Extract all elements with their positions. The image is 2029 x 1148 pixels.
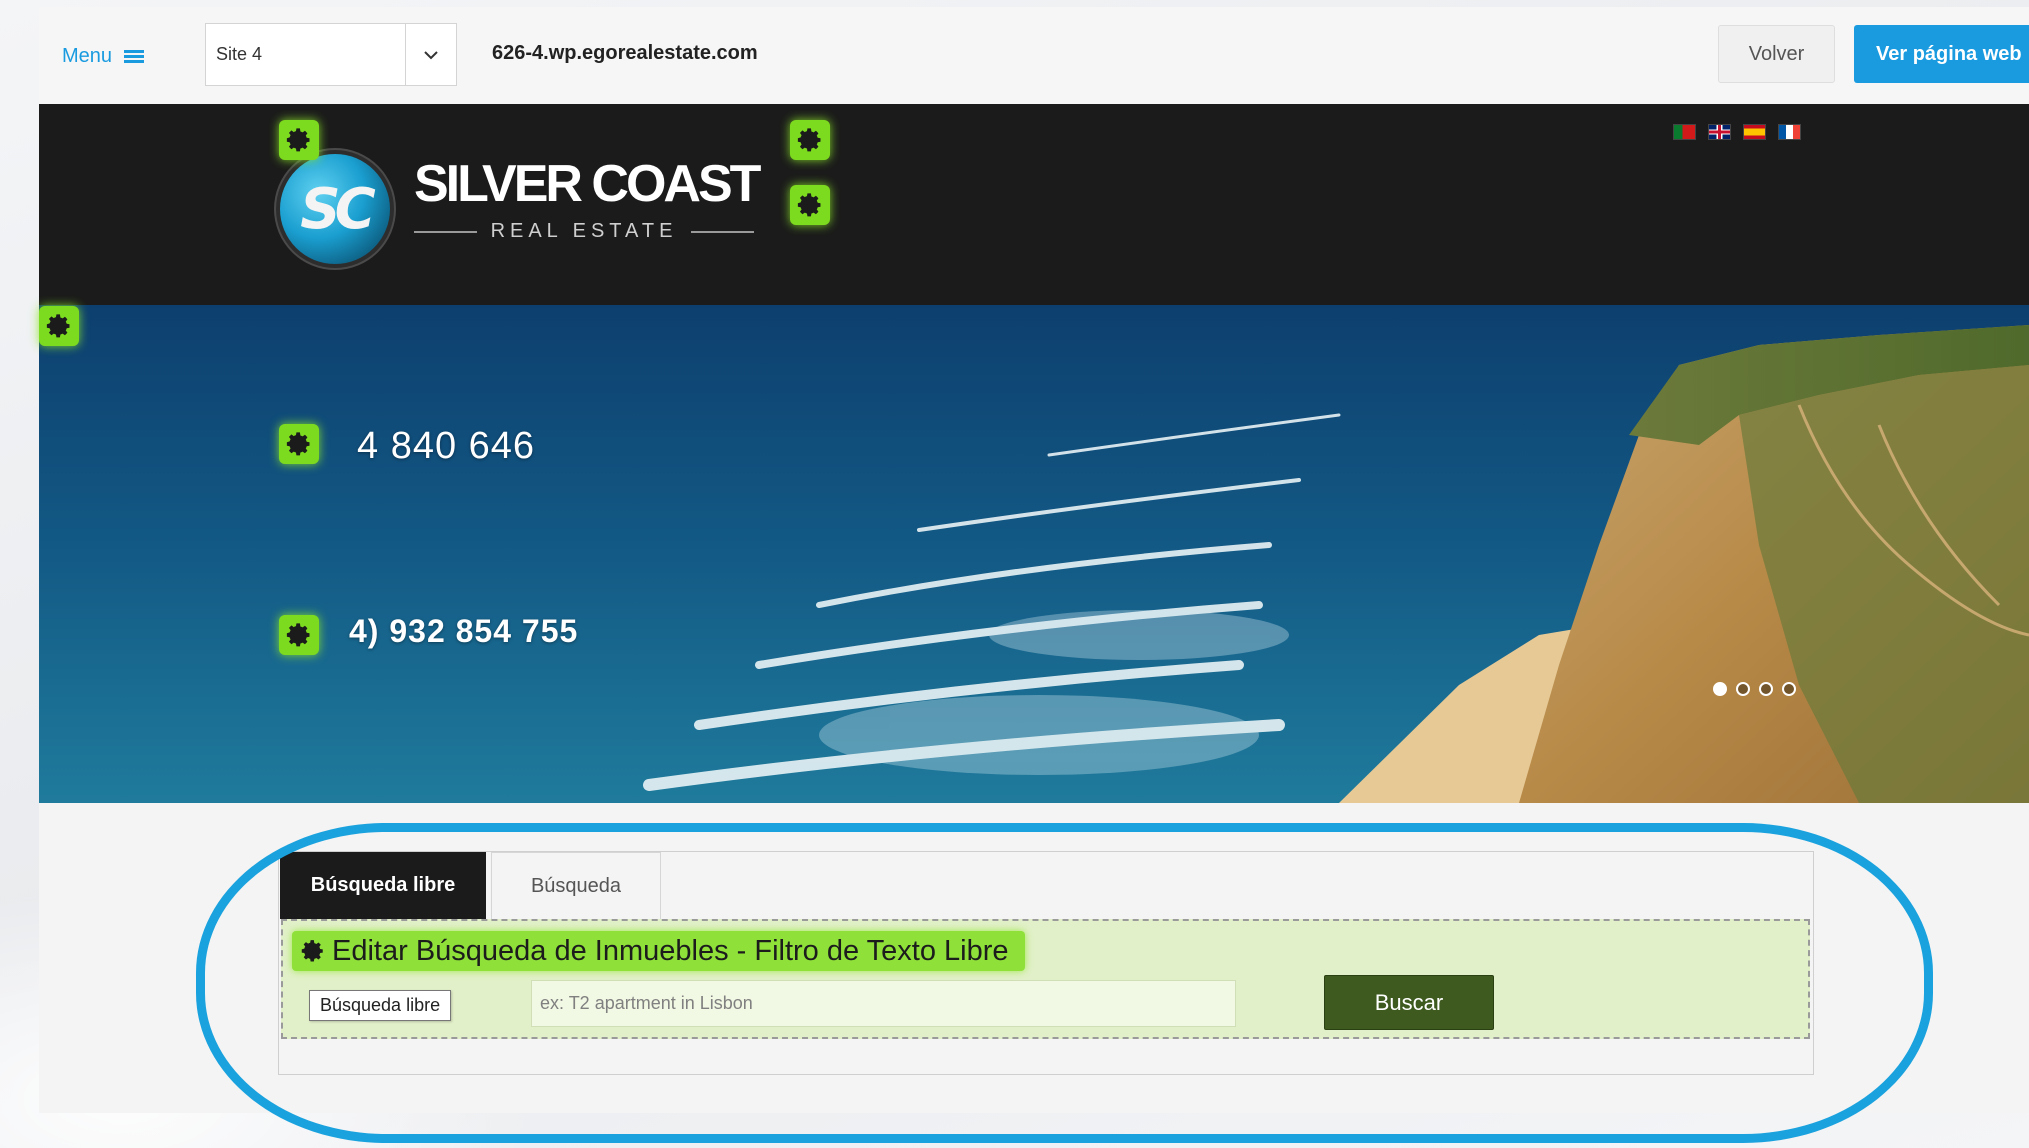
divider [414,230,477,233]
logo-title: SILVER COAST [414,155,761,213]
slider-dot[interactable] [1713,682,1727,696]
edit-widget-label: Editar Búsqueda de Inmuebles - Filtro de… [332,934,1009,967]
gear-icon [301,940,323,962]
menu-button[interactable]: Menu [62,45,145,68]
logo-subtitle: REAL ESTATE [490,220,678,242]
hero-slider: 4 840 646 4) 932 854 755 [39,305,2029,803]
slider-dot[interactable] [1736,682,1750,696]
search-submit-button[interactable]: Buscar [1324,975,1494,1030]
menu-label: Menu [62,45,113,67]
tab-search[interactable]: Búsqueda [491,852,661,919]
phone-number-1: 4 840 646 [357,425,536,467]
gear-icon[interactable] [790,120,830,160]
divider [691,230,755,233]
hero-image [39,305,2029,803]
slider-pagination [1713,682,1796,696]
site-domain: 626-4.wp.egorealestate.com [492,42,758,64]
edit-widget-button[interactable]: Editar Búsqueda de Inmuebles - Filtro de… [292,931,1025,971]
gear-icon[interactable] [790,185,830,225]
gear-icon[interactable] [279,424,319,464]
search-field-label: Búsqueda libre [309,990,452,1021]
slider-dot[interactable] [1782,682,1796,696]
flag-fr-icon[interactable] [1778,124,1801,140]
view-site-button[interactable]: Ver página web [1854,25,2029,83]
site-select-value: Site 4 [216,44,263,64]
flag-gb-icon[interactable] [1708,124,1731,140]
flag-es-icon[interactable] [1743,124,1766,140]
admin-topbar: Menu Site 4 626-4.wp.egorealestate.com V… [39,7,2029,105]
flag-pt-icon[interactable] [1673,124,1696,140]
free-text-search-input[interactable] [531,980,1236,1027]
phone-number-2: 4) 932 854 755 [349,613,579,649]
back-button[interactable]: Volver [1718,25,1835,83]
tab-free-search[interactable]: Búsqueda libre [280,852,486,919]
site-header: SC SILVER COAST REAL ESTATE [39,104,2029,305]
gear-icon[interactable] [39,306,79,346]
language-switcher [1673,124,1801,140]
chevron-down-icon[interactable] [405,24,456,85]
hamburger-icon [124,49,145,64]
logo-emblem: SC [280,154,390,264]
site-select[interactable]: Site 4 [205,23,457,86]
gear-icon[interactable] [279,615,319,655]
gear-icon[interactable] [279,120,319,160]
logo-subtitle-row: REAL ESTATE [414,220,755,243]
slider-dot[interactable] [1759,682,1773,696]
